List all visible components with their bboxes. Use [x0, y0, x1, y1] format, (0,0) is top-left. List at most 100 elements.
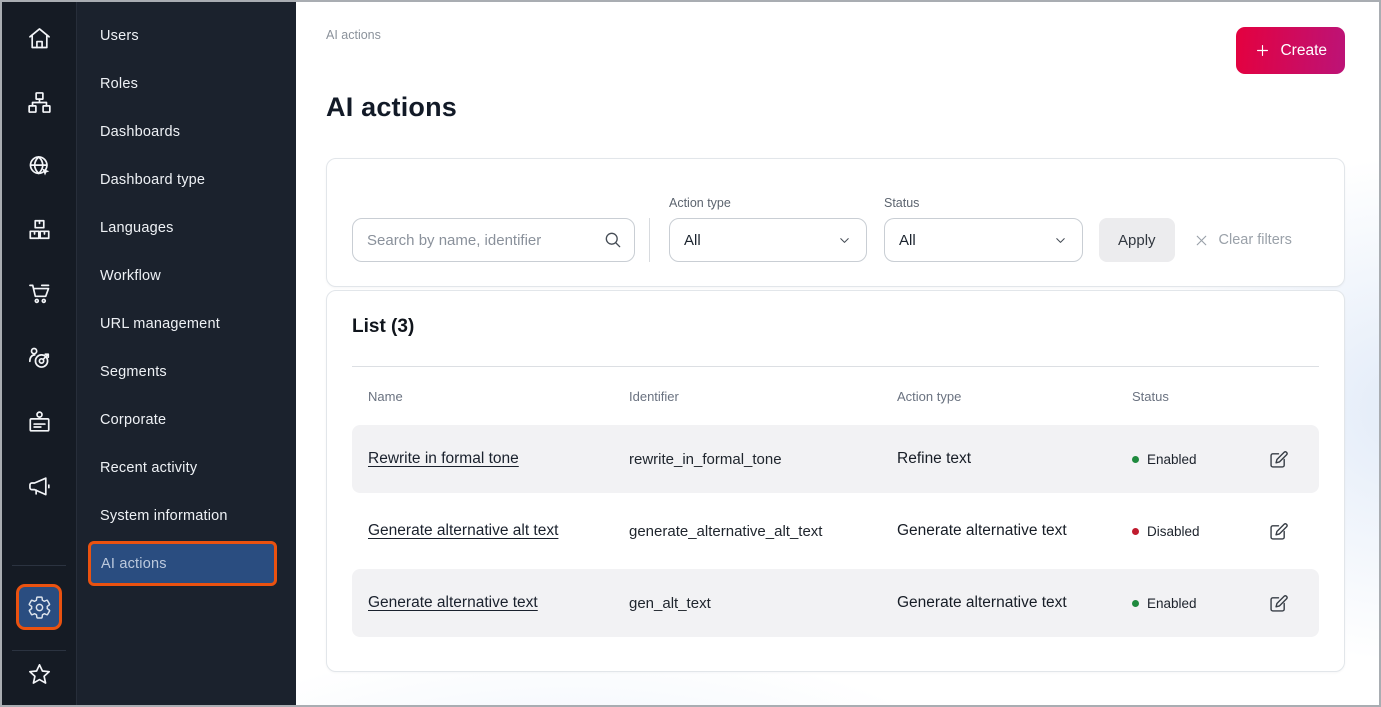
sidebar-item-recent-activity[interactable]: Recent activity	[77, 444, 296, 492]
clear-filters-label: Clear filters	[1219, 232, 1292, 248]
search-icon	[603, 230, 623, 255]
status-label: Status	[884, 196, 1083, 210]
filter-card: Action type All Status All Apply Clear f…	[326, 158, 1345, 287]
chevron-down-icon	[837, 233, 852, 248]
action-type-cell: Refine text	[897, 450, 1132, 468]
cart-icon[interactable]	[2, 277, 76, 309]
sidebar-item-label: Corporate	[100, 412, 166, 428]
globe-icon[interactable]	[2, 150, 76, 182]
settings-sidebar: Users Roles Dashboards Dashboard type Langua…	[76, 2, 296, 705]
sidebar-item-dashboard-type[interactable]: Dashboard type	[77, 156, 296, 204]
table-body: Rewrite in formal tone rewrite_in_formal…	[352, 425, 1319, 637]
sidebar-item-dashboards[interactable]: Dashboards	[77, 108, 296, 156]
create-button[interactable]: Create	[1236, 27, 1345, 74]
search-box	[352, 218, 635, 262]
action-type-select[interactable]: All	[669, 218, 867, 262]
breadcrumb[interactable]: AI actions	[326, 28, 381, 42]
sidebar-item-corporate[interactable]: Corporate	[77, 396, 296, 444]
goals-target-icon[interactable]	[2, 342, 76, 374]
app-window: Users Roles Dashboards Dashboard type Langua…	[0, 0, 1381, 707]
action-name-link[interactable]: Generate alternative alt text	[368, 522, 558, 539]
create-button-label: Create	[1280, 42, 1327, 60]
identifier-cell: rewrite_in_formal_tone	[629, 451, 897, 468]
sidebar-item-label: Users	[100, 28, 139, 44]
status-dot	[1132, 456, 1139, 463]
sidebar-item-label: AI actions	[101, 556, 167, 572]
sidebar-item-label: Recent activity	[100, 460, 197, 476]
action-type-cell: Generate alternative text	[897, 594, 1132, 612]
icon-rail	[2, 2, 76, 705]
action-name-cell: Rewrite in formal tone	[352, 450, 629, 468]
action-name-link[interactable]: Generate alternative text	[368, 594, 538, 611]
sidebar-item-users[interactable]: Users	[77, 12, 296, 60]
status-value: All	[899, 232, 916, 249]
search-input[interactable]	[352, 218, 635, 262]
clear-x-icon	[1193, 232, 1210, 249]
column-header-name: Name	[352, 389, 629, 404]
status-dot	[1132, 600, 1139, 607]
column-header-status: Status	[1132, 389, 1252, 404]
list-card: List (3) Name Identifier Action type Sta…	[326, 290, 1345, 672]
page-title: AI actions	[326, 92, 457, 123]
rail-divider-bottom	[12, 650, 66, 651]
sidebar-item-label: Workflow	[100, 268, 161, 284]
megaphone-icon[interactable]	[2, 470, 76, 502]
plus-icon	[1254, 42, 1271, 59]
sidebar-item-segments[interactable]: Segments	[77, 348, 296, 396]
sidebar-item-system-information[interactable]: System information	[77, 492, 296, 540]
status-dot	[1132, 528, 1139, 535]
action-name-link[interactable]: Rewrite in formal tone	[368, 450, 519, 467]
action-type-cell: Generate alternative text	[897, 522, 1132, 540]
action-name-cell: Generate alternative text	[352, 594, 629, 612]
status-select[interactable]: All	[884, 218, 1083, 262]
sidebar-item-roles[interactable]: Roles	[77, 60, 296, 108]
id-badge-icon[interactable]	[2, 406, 76, 438]
sidebar-item-label: Languages	[100, 220, 174, 236]
packages-icon[interactable]	[2, 213, 76, 245]
status-text: Disabled	[1147, 524, 1200, 539]
edit-icon	[1268, 593, 1289, 614]
clear-filters-button[interactable]: Clear filters	[1193, 218, 1292, 262]
apply-button[interactable]: Apply	[1099, 218, 1175, 262]
action-name-cell: Generate alternative alt text	[352, 522, 629, 540]
sidebar-item-workflow[interactable]: Workflow	[77, 252, 296, 300]
sidebar-item-label: Dashboard type	[100, 172, 205, 188]
edit-button[interactable]	[1268, 449, 1289, 470]
sidebar-item-label: Segments	[100, 364, 167, 380]
rail-divider-top	[12, 565, 66, 566]
list-title: List (3)	[352, 291, 1319, 338]
status-field: Status All	[884, 196, 1083, 262]
chevron-down-icon	[1053, 233, 1068, 248]
settings-gear-icon[interactable]	[16, 584, 62, 630]
column-header-identifier: Identifier	[629, 389, 897, 404]
filter-divider	[649, 218, 650, 262]
sidebar-item-label: Roles	[100, 76, 138, 92]
column-header-action-type: Action type	[897, 389, 1132, 404]
home-icon[interactable]	[2, 22, 76, 54]
hierarchy-icon[interactable]	[2, 86, 76, 118]
table-header: Name Identifier Action type Status	[352, 367, 1319, 425]
identifier-cell: gen_alt_text	[629, 595, 897, 612]
status-text: Enabled	[1147, 452, 1197, 467]
sidebar-item-url-management[interactable]: URL management	[77, 300, 296, 348]
sidebar-item-label: URL management	[100, 316, 220, 332]
sidebar-item-languages[interactable]: Languages	[77, 204, 296, 252]
table-row: Generate alternative text gen_alt_text G…	[352, 569, 1319, 637]
sidebar-item-ai-actions[interactable]: AI actions	[88, 541, 277, 586]
action-type-value: All	[684, 232, 701, 249]
status-cell: Enabled	[1132, 452, 1252, 467]
table-row: Generate alternative alt text generate_a…	[352, 497, 1319, 565]
status-cell: Enabled	[1132, 596, 1252, 611]
star-icon[interactable]	[2, 658, 76, 690]
edit-icon	[1268, 521, 1289, 542]
status-cell: Disabled	[1132, 524, 1252, 539]
main-content: AI actions Create AI actions Action type…	[296, 2, 1379, 705]
sidebar-item-label: Dashboards	[100, 124, 180, 140]
edit-icon	[1268, 449, 1289, 470]
sidebar-item-label: System information	[100, 508, 228, 524]
status-text: Enabled	[1147, 596, 1197, 611]
identifier-cell: generate_alternative_alt_text	[629, 523, 897, 540]
action-type-label: Action type	[669, 196, 867, 210]
edit-button[interactable]	[1268, 521, 1289, 542]
edit-button[interactable]	[1268, 593, 1289, 614]
